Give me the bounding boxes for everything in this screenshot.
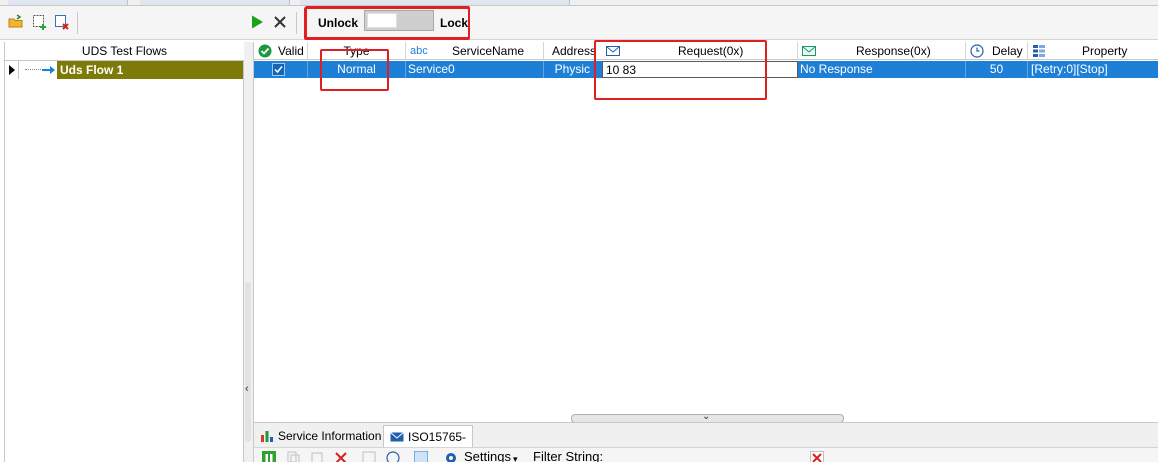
play-icon bbox=[252, 15, 263, 29]
address-cell[interactable]: Physic bbox=[544, 61, 596, 78]
add-icon bbox=[33, 15, 46, 30]
test-flows-panel: UDS Test Flows Uds Flow 1 bbox=[4, 42, 244, 462]
column-header-service-name[interactable]: abc ServiceName bbox=[406, 42, 544, 60]
lock-toggle-group: Unlock Lock bbox=[305, 6, 470, 39]
checkmark-icon bbox=[274, 66, 283, 74]
column-header-request[interactable]: Request(0x) bbox=[596, 42, 798, 60]
valid-checkbox[interactable] bbox=[272, 63, 285, 76]
envelope-icon bbox=[606, 46, 620, 56]
unlock-label: Unlock bbox=[318, 16, 359, 30]
pause-icon[interactable] bbox=[262, 451, 276, 462]
test-flows-header: UDS Test Flows bbox=[5, 42, 244, 61]
envelope-open-icon bbox=[802, 46, 816, 56]
column-header-delay[interactable]: Delay bbox=[966, 42, 1028, 60]
clock-icon bbox=[970, 44, 984, 58]
chevron-left-icon[interactable]: ‹ bbox=[245, 383, 249, 395]
main-toolbar: Unlock Lock bbox=[0, 6, 1158, 40]
column-header-response[interactable]: Response(0x) bbox=[798, 42, 966, 60]
check-circle-icon bbox=[258, 44, 272, 58]
type-cell[interactable]: Normal bbox=[308, 61, 406, 78]
document-tab[interactable] bbox=[8, 0, 128, 5]
row-pointer-icon bbox=[8, 65, 15, 75]
copy-icon[interactable] bbox=[286, 451, 300, 462]
property-cell[interactable]: [Retry:0][Stop] bbox=[1028, 61, 1158, 78]
delete-icon bbox=[55, 15, 69, 30]
service-name-cell[interactable]: Service0 bbox=[406, 61, 544, 78]
clock-icon[interactable] bbox=[386, 451, 400, 462]
flow-arrow-icon bbox=[42, 66, 55, 74]
table-row[interactable]: Normal Service0 Physic 10 83 No Response… bbox=[254, 61, 1158, 78]
run-button[interactable] bbox=[247, 12, 267, 32]
response-cell[interactable]: No Response bbox=[798, 61, 966, 78]
service-grid: Valid Type abc ServiceName Address Reque… bbox=[254, 42, 1158, 414]
column-header-type[interactable]: Type bbox=[308, 42, 406, 60]
document-tab[interactable] bbox=[140, 0, 290, 5]
lock-toggle-switch[interactable] bbox=[364, 10, 434, 31]
column-header-address[interactable]: Address bbox=[544, 42, 596, 60]
clear-icon[interactable] bbox=[334, 451, 348, 462]
chevron-down-icon[interactable]: ⌄ bbox=[702, 411, 710, 422]
tab-service-information[interactable]: Service Information bbox=[254, 425, 382, 447]
open-folder-icon bbox=[8, 14, 23, 28]
close-icon bbox=[274, 16, 286, 28]
flow-list-item[interactable]: Uds Flow 1 bbox=[5, 61, 244, 79]
toolbar-separator bbox=[77, 12, 78, 34]
toolbar-separator bbox=[296, 12, 297, 34]
bottom-toolbar: Settings ▾ Filter String: bbox=[254, 447, 1158, 462]
toggle-knob[interactable] bbox=[367, 13, 397, 28]
envelope-icon bbox=[390, 432, 404, 442]
vertical-scrollbar[interactable] bbox=[245, 282, 251, 442]
auto-scroll-icon[interactable] bbox=[414, 451, 428, 462]
tab-iso15765-2[interactable]: ISO15765-2 bbox=[383, 425, 473, 462]
delete-flow-button[interactable] bbox=[52, 12, 72, 32]
chevron-down-icon[interactable]: ▾ bbox=[513, 452, 518, 462]
bottom-tab-strip: Service Information ISO15765-2 bbox=[254, 422, 1158, 462]
column-header-property[interactable]: Property bbox=[1028, 42, 1158, 60]
table-icon[interactable] bbox=[362, 451, 376, 462]
delay-cell[interactable]: 50 bbox=[966, 61, 1028, 78]
bar-chart-icon bbox=[261, 431, 273, 442]
grid-header: Valid Type abc ServiceName Address Reque… bbox=[254, 42, 1158, 60]
tree-connector bbox=[25, 69, 41, 70]
uds-window: Unlock Lock UDS Test Flows Uds Flow 1 ‹ bbox=[0, 0, 1158, 462]
add-flow-button[interactable] bbox=[30, 12, 50, 32]
flow-name[interactable]: Uds Flow 1 bbox=[57, 61, 243, 79]
text-type-icon: abc bbox=[410, 45, 428, 57]
property-grid-icon bbox=[1033, 45, 1045, 57]
stop-button[interactable] bbox=[270, 12, 290, 32]
open-folder-button[interactable] bbox=[6, 12, 26, 32]
settings-dropdown[interactable]: Settings bbox=[464, 450, 511, 462]
document-tab[interactable] bbox=[300, 0, 570, 5]
paste-icon[interactable] bbox=[310, 451, 324, 462]
row-indicator bbox=[5, 61, 19, 79]
column-header-valid[interactable]: Valid bbox=[254, 42, 308, 60]
request-cell[interactable]: 10 83 bbox=[602, 61, 798, 78]
lock-label: Lock bbox=[440, 16, 469, 30]
panel-splitter[interactable]: ‹ bbox=[244, 42, 254, 462]
valid-cell[interactable] bbox=[254, 61, 308, 78]
clear-filter-icon[interactable] bbox=[810, 451, 824, 462]
filter-label: Filter String: bbox=[533, 449, 604, 462]
gear-icon[interactable] bbox=[444, 451, 458, 462]
